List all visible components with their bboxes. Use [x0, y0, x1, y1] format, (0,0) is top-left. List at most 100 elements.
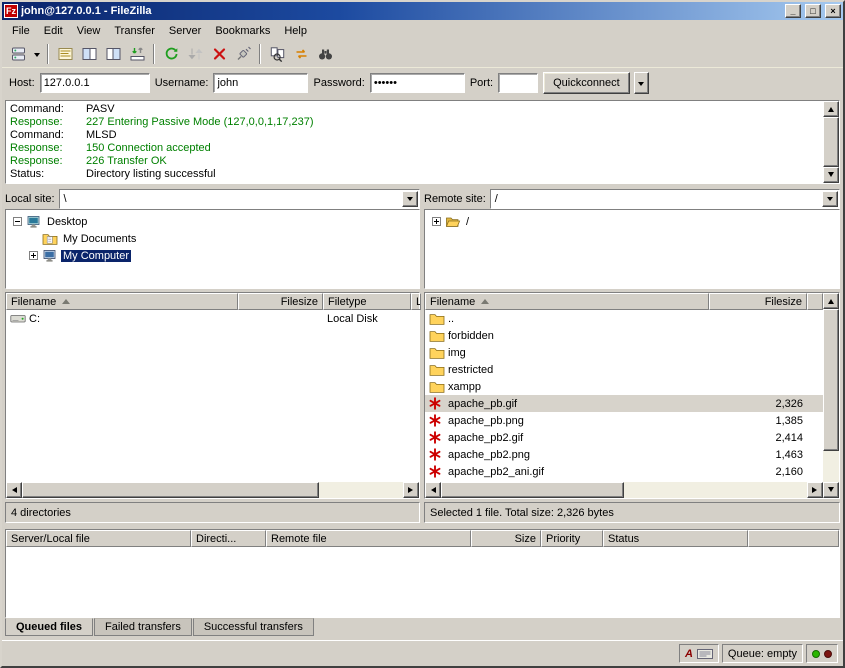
remote-site-dropdown[interactable]	[822, 191, 838, 207]
tab-failed-transfers[interactable]: Failed transfers	[94, 618, 192, 636]
remote-file-row[interactable]: ..	[425, 310, 823, 327]
column-filename[interactable]: Filename	[425, 293, 709, 310]
remote-vscrollbar[interactable]	[823, 293, 839, 498]
toggle-local-tree-button[interactable]	[77, 43, 101, 65]
menu-help[interactable]: Help	[277, 22, 314, 40]
remote-status-text: Selected 1 file. Total size: 2,326 bytes	[424, 502, 840, 523]
expand-icon[interactable]	[29, 251, 38, 260]
remote-hscrollbar[interactable]	[425, 482, 823, 498]
remote-file-list[interactable]: .. forbidden img restricted xampp apache…	[425, 310, 823, 482]
host-input[interactable]	[40, 73, 150, 93]
process-queue-button[interactable]	[183, 43, 207, 65]
refresh-button[interactable]	[159, 43, 183, 65]
toggle-remote-tree-button[interactable]	[101, 43, 125, 65]
column-filetype[interactable]: Filetype	[323, 293, 411, 310]
column-filesize[interactable]: Filesize	[709, 293, 807, 310]
quickconnect-dropdown[interactable]	[634, 72, 649, 94]
menu-edit[interactable]: Edit	[37, 22, 70, 40]
quickconnect-button[interactable]: Quickconnect	[543, 72, 630, 94]
site-manager-button[interactable]	[6, 43, 30, 65]
remote-file-row[interactable]: forbidden	[425, 327, 823, 344]
menu-bookmarks[interactable]: Bookmarks	[208, 22, 277, 40]
remote-file-row[interactable]: apache_pb2_ani.gif2,160	[425, 463, 823, 480]
image-file-icon	[429, 448, 445, 462]
compare-button[interactable]	[265, 43, 289, 65]
menu-server[interactable]: Server	[162, 22, 208, 40]
tree-item-my-computer[interactable]: My Computer	[6, 247, 419, 264]
tab-queued-files[interactable]: Queued files	[5, 618, 93, 636]
cancel-button[interactable]	[207, 43, 231, 65]
collapse-icon[interactable]	[13, 217, 22, 226]
disconnect-button[interactable]	[231, 43, 255, 65]
remote-file-row[interactable]: apache_pb.png1,385	[425, 412, 823, 429]
refresh-icon	[163, 46, 180, 62]
column-size[interactable]: Size	[471, 530, 541, 547]
tab-successful-transfers[interactable]: Successful transfers	[193, 618, 314, 636]
scrollbar-track[interactable]	[441, 482, 807, 498]
transfer-type-icon[interactable]: A	[685, 648, 693, 660]
local-site-dropdown[interactable]	[402, 191, 418, 207]
column-label: Size	[515, 533, 536, 545]
window-title: john@127.0.0.1 - FileZilla	[21, 5, 781, 17]
scrollbar-thumb[interactable]	[22, 482, 319, 498]
minimize-button[interactable]: _	[785, 4, 801, 18]
tree-item-desktop[interactable]: Desktop	[6, 213, 419, 230]
scrollbar-thumb[interactable]	[823, 309, 839, 451]
column-priority[interactable]: Priority	[541, 530, 603, 547]
tree-item-root[interactable]: /	[425, 213, 839, 230]
scroll-down-button[interactable]	[823, 482, 839, 498]
site-manager-dropdown[interactable]	[30, 43, 43, 65]
column-status[interactable]: Status	[603, 530, 748, 547]
toggle-queue-button[interactable]	[125, 43, 149, 65]
menu-file[interactable]: File	[5, 22, 37, 40]
scroll-down-button[interactable]	[823, 167, 839, 183]
column-remote-file[interactable]: Remote file	[266, 530, 471, 547]
scroll-left-button[interactable]	[425, 482, 441, 498]
menu-transfer[interactable]: Transfer	[107, 22, 162, 40]
maximize-button[interactable]: □	[805, 4, 821, 18]
scroll-left-button[interactable]	[6, 482, 22, 498]
remote-site-combo[interactable]: /	[490, 189, 840, 209]
username-input[interactable]	[213, 73, 308, 93]
scrollbar-track[interactable]	[823, 117, 839, 167]
column-filesize[interactable]: Filesize	[238, 293, 323, 310]
log-line: Response:226 Transfer OK	[10, 155, 823, 168]
remote-file-row-selected[interactable]: apache_pb.gif2,326	[425, 395, 823, 412]
local-site-combo[interactable]: \	[59, 189, 420, 209]
scrollbar-track[interactable]	[22, 482, 403, 498]
toolbar-separator	[47, 44, 49, 64]
scroll-up-button[interactable]	[823, 101, 839, 117]
local-file-row[interactable]: C: Local Disk	[6, 310, 419, 327]
expand-icon[interactable]	[432, 217, 441, 226]
remote-file-row[interactable]: apache_pb2.png1,463	[425, 446, 823, 463]
log-scrollbar[interactable]	[823, 101, 839, 183]
scroll-up-button[interactable]	[823, 293, 839, 309]
queue-list[interactable]	[6, 547, 839, 617]
column-direction[interactable]: Directi...	[191, 530, 266, 547]
column-filename[interactable]: Filename	[6, 293, 238, 310]
remote-file-row[interactable]: xampp	[425, 378, 823, 395]
scrollbar-thumb[interactable]	[823, 117, 839, 167]
file-size: 2,414	[709, 429, 807, 446]
local-files-header: Filename Filesize Filetype L	[6, 293, 419, 310]
column-server-local-file[interactable]: Server/Local file	[6, 530, 191, 547]
tree-item-label: My Computer	[61, 250, 131, 262]
menu-view[interactable]: View	[70, 22, 108, 40]
remote-file-row[interactable]: img	[425, 344, 823, 361]
tree-item-my-documents[interactable]: My Documents	[6, 230, 419, 247]
toggle-log-button[interactable]	[53, 43, 77, 65]
remote-file-row[interactable]: restricted	[425, 361, 823, 378]
sync-browsing-button[interactable]	[289, 43, 313, 65]
close-button[interactable]: ×	[825, 4, 841, 18]
scroll-right-button[interactable]	[807, 482, 823, 498]
find-files-button[interactable]	[313, 43, 337, 65]
password-input[interactable]	[370, 73, 465, 93]
scrollbar-thumb[interactable]	[441, 482, 624, 498]
remote-file-row[interactable]: apache_pb2.gif2,414	[425, 429, 823, 446]
local-file-list[interactable]: C: Local Disk	[6, 310, 419, 482]
keypad-icon[interactable]	[697, 649, 713, 659]
local-hscrollbar[interactable]	[6, 482, 419, 498]
scrollbar-track[interactable]	[823, 309, 839, 482]
port-input[interactable]	[498, 73, 538, 93]
scroll-right-button[interactable]	[403, 482, 419, 498]
